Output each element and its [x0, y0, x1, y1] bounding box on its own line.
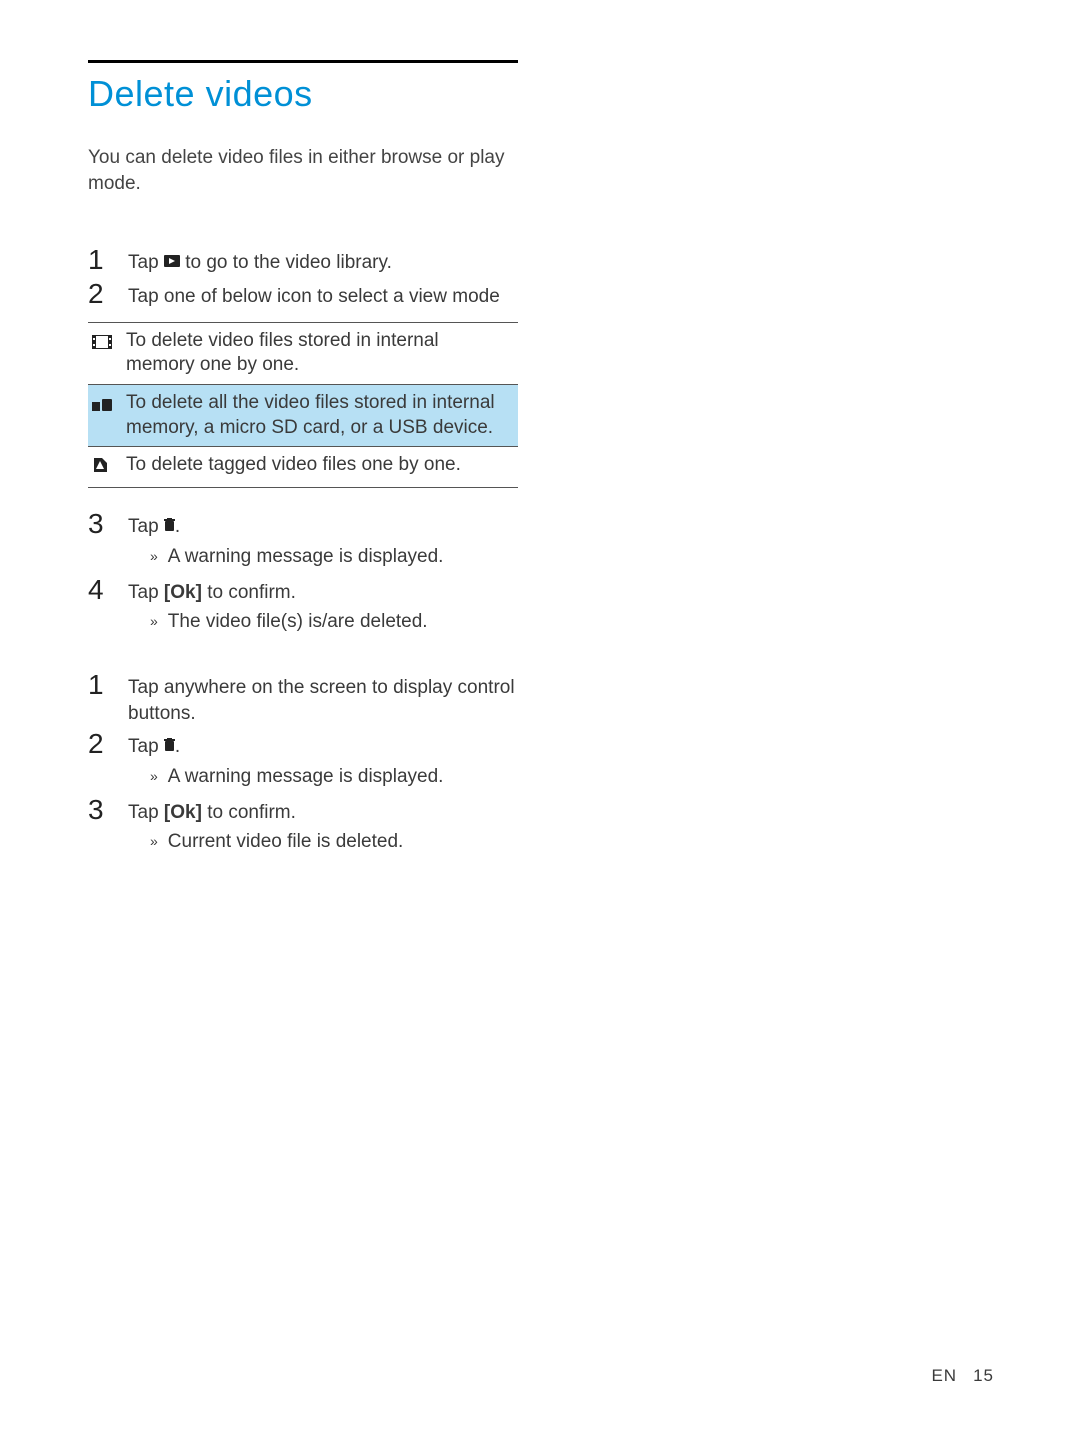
result: » The video file(s) is/are deleted.: [150, 609, 518, 635]
result: » A warning message is displayed.: [150, 764, 518, 790]
view-mode-table: To delete video files stored in internal…: [88, 322, 518, 488]
result-text: A warning message is displayed.: [168, 544, 444, 570]
table-row: To delete tagged video files one by one.: [88, 447, 518, 488]
stepB-3: 3 Tap .: [88, 510, 518, 540]
text: to confirm.: [202, 802, 296, 823]
intro-paragraph: You can delete video files in either bro…: [88, 145, 518, 196]
chevron-icon: »: [150, 609, 156, 631]
step-number: 2: [88, 730, 114, 758]
step-body: Tap [Ok] to confirm.: [128, 796, 518, 826]
step-number: 4: [88, 576, 114, 604]
table-row: To delete all the video files stored in …: [88, 385, 518, 447]
stepA-2: 2 Tap one of below icon to select a view…: [88, 280, 518, 310]
footer-page-number: 15: [973, 1366, 994, 1385]
text: .: [175, 736, 180, 757]
text: Tap: [128, 516, 164, 537]
trash-icon: [164, 733, 175, 759]
text: .: [175, 516, 180, 537]
video-library-icon: [164, 249, 180, 275]
table-cell: To delete video files stored in internal…: [122, 322, 518, 384]
page-footer: EN 15: [931, 1366, 994, 1386]
storage-icon: [92, 395, 112, 416]
text: to confirm.: [202, 582, 296, 603]
chevron-icon: »: [150, 544, 156, 566]
text: Tap: [128, 582, 164, 603]
result: » Current video file is deleted.: [150, 829, 518, 855]
stepC-2: 2 Tap .: [88, 730, 518, 760]
table-cell: To delete all the video files stored in …: [122, 385, 518, 447]
stepC-3: 3 Tap [Ok] to confirm.: [88, 796, 518, 826]
step-body: Tap anywhere on the screen to display co…: [128, 671, 518, 726]
result-text: Current video file is deleted.: [168, 829, 404, 855]
table-cell: To delete tagged video files one by one.: [122, 447, 518, 488]
ok-label: [Ok]: [164, 582, 202, 603]
chevron-icon: »: [150, 764, 156, 786]
step-number: 3: [88, 510, 114, 538]
stepB-4: 4 Tap [Ok] to confirm.: [88, 576, 518, 606]
ok-label: [Ok]: [164, 802, 202, 823]
result: » A warning message is displayed.: [150, 544, 518, 570]
footer-lang: EN: [931, 1366, 957, 1385]
chevron-icon: »: [150, 829, 156, 851]
text: Tap: [128, 802, 164, 823]
step-number: 1: [88, 246, 114, 274]
step-number: 2: [88, 280, 114, 308]
result-text: The video file(s) is/are deleted.: [168, 609, 428, 635]
step-body: Tap [Ok] to confirm.: [128, 576, 518, 606]
tag-icon: [92, 457, 108, 478]
trash-icon: [164, 513, 175, 539]
step-body: Tap .: [128, 510, 518, 540]
stepA-1: 1 Tap to go to the video library.: [88, 246, 518, 276]
result-text: A warning message is displayed.: [168, 764, 444, 790]
step-body: Tap one of below icon to select a view m…: [128, 280, 518, 310]
step-body: Tap .: [128, 730, 518, 760]
filmstrip-icon: [92, 333, 112, 354]
text: Tap: [128, 252, 164, 273]
heading-rule: [88, 60, 518, 63]
table-row: To delete video files stored in internal…: [88, 322, 518, 384]
stepC-1: 1 Tap anywhere on the screen to display …: [88, 671, 518, 726]
text: to go to the video library.: [185, 252, 392, 273]
page-title: Delete videos: [88, 73, 518, 115]
step-number: 3: [88, 796, 114, 824]
text: Tap: [128, 736, 164, 757]
step-number: 1: [88, 671, 114, 699]
step-body: Tap to go to the video library.: [128, 246, 518, 276]
